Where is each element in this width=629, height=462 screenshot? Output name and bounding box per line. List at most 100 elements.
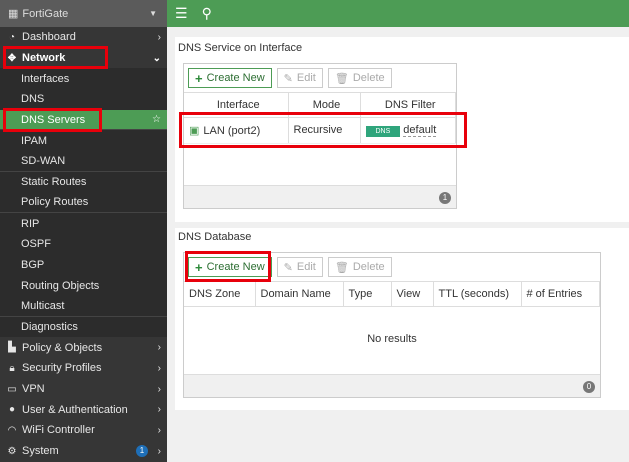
label: Routing Objects <box>21 279 100 292</box>
row-count: 0 <box>583 381 595 393</box>
dns-badge: DNS <box>365 125 401 137</box>
sidebar-item-user-auth[interactable]: ● User & Authentication › <box>0 399 167 420</box>
row-count: 1 <box>439 192 451 204</box>
label: Diagnostics <box>21 320 78 333</box>
chevron-right-icon: › <box>157 383 161 395</box>
label: OSPF <box>21 238 51 251</box>
sidebar-item-security-profiles[interactable]: 🔒︎ Security Profiles › <box>0 358 167 379</box>
sidebar-item-vpn[interactable]: ▭ VPN › <box>0 379 167 400</box>
column-header[interactable]: DNS Zone <box>184 282 256 307</box>
chevron-down-icon: ⌄ <box>152 52 161 64</box>
chevron-right-icon: › <box>157 362 161 374</box>
column-header[interactable]: Type <box>343 282 392 307</box>
sidebar-item-diagnostics[interactable]: Diagnostics <box>0 316 167 338</box>
column-header[interactable]: View <box>391 282 434 307</box>
delete-button[interactable]: 🗑︎ Delete <box>327 257 392 277</box>
chevron-right-icon: › <box>157 424 161 436</box>
dropdown-icon: ▼ <box>149 9 157 18</box>
search-icon[interactable]: ⚲ <box>202 5 212 22</box>
sidebar-item-dashboard[interactable]: ◔ Dashboard › <box>0 27 167 48</box>
label: IPAM <box>21 134 48 147</box>
create-new-button[interactable]: + Create New <box>188 257 272 277</box>
column-header[interactable]: TTL (seconds) <box>433 282 522 307</box>
notification-badge: 1 <box>136 445 148 458</box>
label: VPN <box>22 383 45 396</box>
label: Multicast <box>21 299 65 312</box>
chevron-right-icon: › <box>157 445 161 457</box>
section-title: DNS Database <box>178 231 252 243</box>
star-icon[interactable]: ☆ <box>152 114 161 125</box>
trash-icon: 🗑︎ <box>334 72 349 85</box>
sidebar-item-policy-objects[interactable]: ▙ Policy & Objects › <box>0 337 167 358</box>
sidebar-item-ospf[interactable]: OSPF <box>0 233 167 255</box>
create-new-button[interactable]: + Create New <box>188 68 272 88</box>
label: System <box>22 445 59 458</box>
sidebar-item-ipam[interactable]: IPAM <box>0 130 167 152</box>
label: Delete <box>352 261 385 273</box>
edit-button[interactable]: ✎ Edit <box>276 68 323 88</box>
sidebar-item-dns-servers[interactable]: DNS Servers ☆ <box>0 109 167 131</box>
network-icon: ✥ <box>7 52 17 64</box>
label: Network <box>22 52 66 65</box>
sidebar-item-multicast[interactable]: Multicast <box>0 295 167 317</box>
lock-icon: 🔒︎ <box>9 362 15 374</box>
sidebar-item-dns[interactable]: DNS <box>0 89 167 110</box>
dns-service-table: + Create New ✎ Edit 🗑︎ Delete Interface Mode… <box>183 63 457 209</box>
sidebar-item-interfaces[interactable]: Interfaces <box>0 68 167 90</box>
sidebar-item-wifi-controller[interactable]: ◠ WiFi Controller › <box>0 420 167 441</box>
section-title: DNS Service on Interface <box>178 42 303 54</box>
column-header[interactable]: Interface <box>184 93 289 118</box>
port-icon: ▣ <box>189 124 200 137</box>
policy-icon: ▙ <box>8 342 16 354</box>
user-icon: ● <box>8 404 16 416</box>
column-header[interactable]: DNS Filter <box>360 93 456 118</box>
label: Delete <box>352 72 385 84</box>
label: Policy Routes <box>21 196 89 209</box>
label: BGP <box>21 258 45 271</box>
wifi-icon: ◠ <box>7 424 17 436</box>
label: Edit <box>296 72 316 84</box>
label: Interfaces <box>21 72 70 85</box>
column-header[interactable]: # of Entries <box>521 282 600 307</box>
pencil-icon: ✎ <box>283 72 293 85</box>
device-name: FortiGate <box>22 7 69 20</box>
sidebar-item-routing-objects[interactable]: Routing Objects <box>0 275 167 296</box>
top-bar: ☰ ⚲ <box>167 0 629 27</box>
dns-database-panel: DNS Database + Create New ✎ Edit 🗑︎ Delete … <box>175 228 629 410</box>
plus-icon: + <box>195 70 203 86</box>
chevron-right-icon: › <box>157 31 161 43</box>
sidebar-item-policy-routes[interactable]: Policy Routes <box>0 192 167 214</box>
pencil-icon: ✎ <box>283 261 293 274</box>
dns-database-table: + Create New ✎ Edit 🗑︎ Delete DNS Zone Domai… <box>183 252 601 398</box>
column-header[interactable]: Domain Name <box>255 282 344 307</box>
laptop-icon: ▭ <box>7 383 17 395</box>
edit-button[interactable]: ✎ Edit <box>276 257 323 277</box>
dns-filter-link[interactable]: default <box>403 123 437 137</box>
label: SD-WAN <box>21 154 66 167</box>
interface-cell: LAN (port2) <box>203 124 261 137</box>
label: Policy & Objects <box>22 341 103 354</box>
label: Create New <box>206 72 265 84</box>
sidebar: ▦ FortiGate ▼ ◔ Dashboard › ✥ Network ⌄ Interf… <box>0 0 167 462</box>
table-row[interactable]: ▣ LAN (port2) Recursive DNS default <box>184 117 456 144</box>
delete-button[interactable]: 🗑︎ Delete <box>327 68 392 88</box>
column-header[interactable]: Mode <box>288 93 361 118</box>
label: Security Profiles <box>22 362 102 375</box>
empty-message: No results <box>367 332 417 345</box>
mode-cell: Recursive <box>288 117 361 144</box>
sidebar-item-rip[interactable]: RIP <box>0 213 167 234</box>
sidebar-item-bgp[interactable]: BGP <box>0 254 167 276</box>
sidebar-header[interactable]: ▦ FortiGate ▼ <box>0 0 167 27</box>
trash-icon: 🗑︎ <box>334 261 349 274</box>
sidebar-item-static-routes[interactable]: Static Routes <box>0 171 167 193</box>
plus-icon: + <box>195 259 203 275</box>
label: Create New <box>206 261 265 273</box>
sidebar-item-sd-wan[interactable]: SD-WAN <box>0 151 167 172</box>
menu-icon[interactable]: ☰ <box>175 5 188 22</box>
gear-icon: ⚙ <box>7 445 17 457</box>
label: WiFi Controller <box>22 424 95 437</box>
dns-service-panel: DNS Service on Interface + Create New ✎ Ed… <box>175 37 629 222</box>
sidebar-item-network[interactable]: ✥ Network ⌄ <box>0 48 167 69</box>
sidebar-item-system[interactable]: ⚙ System 1 › <box>0 441 167 462</box>
dashboard-icon: ◔ <box>8 31 16 43</box>
